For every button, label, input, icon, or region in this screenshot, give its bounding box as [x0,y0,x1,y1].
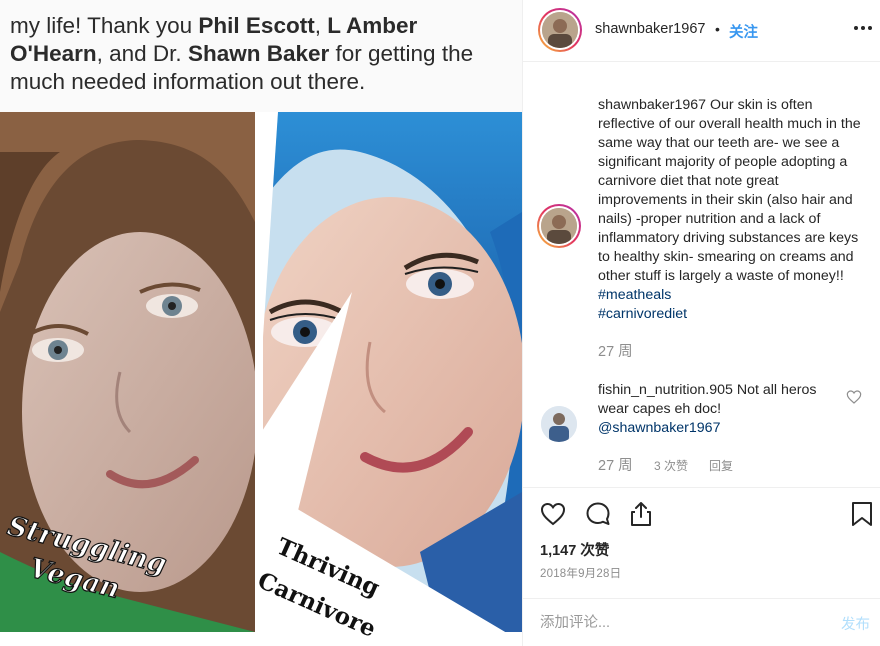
share-icon[interactable] [627,500,655,528]
like-heart-icon[interactable] [539,500,567,528]
comment-bubble-icon[interactable] [584,500,612,528]
hashtag-carnivorediet[interactable]: #carnivorediet [598,306,687,322]
hashtag-meatheals[interactable]: #meatheals [598,287,671,303]
name-shawn-baker: Shawn Baker [187,41,330,66]
post-side-panel: shawnbaker1967 • 关注 shawnbaker1967 Our s… [522,0,880,646]
caption-avatar[interactable] [537,204,581,248]
more-options-icon[interactable] [853,18,873,38]
name-phil-escott: Phil Escott [198,13,315,38]
bookmark-icon[interactable] [848,500,876,528]
comment-mention[interactable]: @shawnbaker1967 [598,420,720,436]
author-avatar[interactable] [538,8,582,52]
caption-time[interactable]: 27 周 [598,340,633,361]
commenter-username[interactable]: fishin_n_nutrition.905 [598,382,733,398]
comment-time[interactable]: 27 周 [598,454,633,475]
post-date[interactable]: 2018年9月28日 [540,565,621,581]
header-separator: • [715,21,720,37]
post-image[interactable]: my life! Thank you Phil Escott, L Amber … [0,0,522,646]
caption-text: Our skin is often reflective of our over… [598,97,861,284]
add-comment-input[interactable] [540,613,820,633]
post-image-text: my life! Thank you Phil Escott, L Amber … [10,13,474,94]
comment-item: fishin_n_nutrition.905 Not all heros wea… [598,381,848,438]
caption-username[interactable]: shawnbaker1967 [598,97,706,113]
add-comment-row: 发布 [523,598,880,646]
author-username[interactable]: shawnbaker1967 [595,21,705,37]
comment-likes[interactable]: 3 次赞 [654,457,688,474]
before-after-photo: Struggling Vegan Thriving Carnivore [0,112,522,646]
comment-reply-button[interactable]: 回复 [709,457,733,474]
post-caption: shawnbaker1967 Our skin is often reflect… [598,96,870,324]
commenter-avatar[interactable] [541,406,577,442]
post-actions: 1,147 次赞 2018年9月28日 发布 [523,487,880,646]
post-header: shawnbaker1967 • 关注 [523,0,880,62]
post-comment-button[interactable]: 发布 [841,613,870,634]
comment-like-icon[interactable] [846,389,862,405]
like-count[interactable]: 1,147 次赞 [540,539,609,560]
follow-button[interactable]: 关注 [729,21,758,42]
